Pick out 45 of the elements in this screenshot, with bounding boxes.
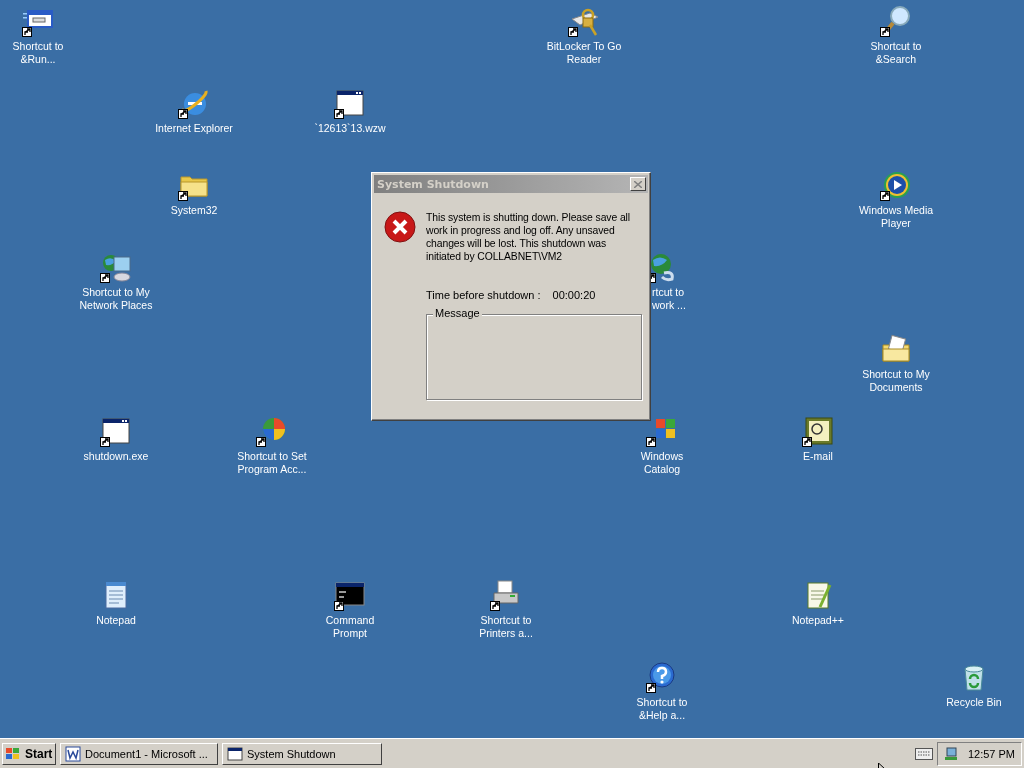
icon-label[interactable]: BitLocker To Go Reader [545, 40, 623, 66]
keyboard-icon[interactable] [914, 747, 933, 760]
shutdown-message: This system is shutting down. Please save all work in progress and log off. Any unsaved changes will be lost. This shutdown was initiated by COLLABNET\VM2 [426, 211, 631, 263]
icon-label[interactable]: Shortcut to My Network Places [77, 286, 155, 312]
icon-label[interactable]: `12613`13.wzw [314, 122, 386, 135]
icon-label[interactable]: Recycle Bin [946, 696, 1002, 709]
icon-label[interactable]: Notepad [96, 614, 136, 627]
error-icon [384, 211, 416, 243]
colorwheel-icon[interactable] [256, 415, 288, 447]
icon-label[interactable]: Shortcut to &Help a... [623, 696, 701, 722]
icon-label[interactable]: Shortcut to My Documents [857, 368, 935, 394]
group-label: Message [433, 307, 482, 319]
icon-label[interactable]: Shortcut to Printers a... [467, 614, 545, 640]
icon-label[interactable]: Windows Media Player [857, 204, 935, 230]
window-icon [227, 745, 243, 762]
media-icon[interactable] [880, 169, 912, 201]
document-icon [65, 745, 81, 762]
printer-icon[interactable] [490, 579, 522, 611]
window-icon[interactable] [100, 415, 132, 447]
taskbar-button[interactable]: System Shutdown [222, 742, 382, 765]
time-label: Time before shutdown : [426, 289, 541, 301]
window-icon[interactable] [334, 87, 366, 119]
close-icon [634, 180, 642, 188]
icon-label[interactable]: Shortcut to &Search [857, 40, 935, 66]
icon-label[interactable]: Notepad++ [792, 614, 844, 627]
dialog-title: System Shutdown [377, 177, 489, 191]
documents-icon[interactable] [880, 333, 912, 365]
help-icon[interactable] [646, 661, 678, 693]
icon-label[interactable]: rtcut to work ... [652, 286, 698, 312]
icon-label[interactable]: E-mail [803, 450, 833, 463]
search-icon[interactable] [880, 5, 912, 37]
icon-label[interactable]: shutdown.exe [83, 450, 149, 463]
close-button[interactable] [630, 177, 646, 191]
icon-label[interactable]: Shortcut to Set Program Acc... [233, 450, 311, 476]
taskbar-button[interactable]: Document1 - Microsoft ... [60, 742, 218, 765]
cmd-icon[interactable] [334, 579, 366, 611]
start-button[interactable]: Start [2, 742, 56, 765]
icon-label[interactable]: Shortcut to &Run... [0, 40, 77, 66]
clock[interactable]: 12:57 PM [967, 747, 1015, 760]
windows-logo-icon [5, 746, 21, 761]
time-value: 00:00:20 [552, 289, 596, 301]
icon-label[interactable]: Internet Explorer [155, 122, 233, 135]
icon-label[interactable]: Windows Catalog [623, 450, 701, 476]
icon-label[interactable]: Command Prompt [311, 614, 389, 640]
icon-label[interactable]: System32 [170, 204, 218, 217]
